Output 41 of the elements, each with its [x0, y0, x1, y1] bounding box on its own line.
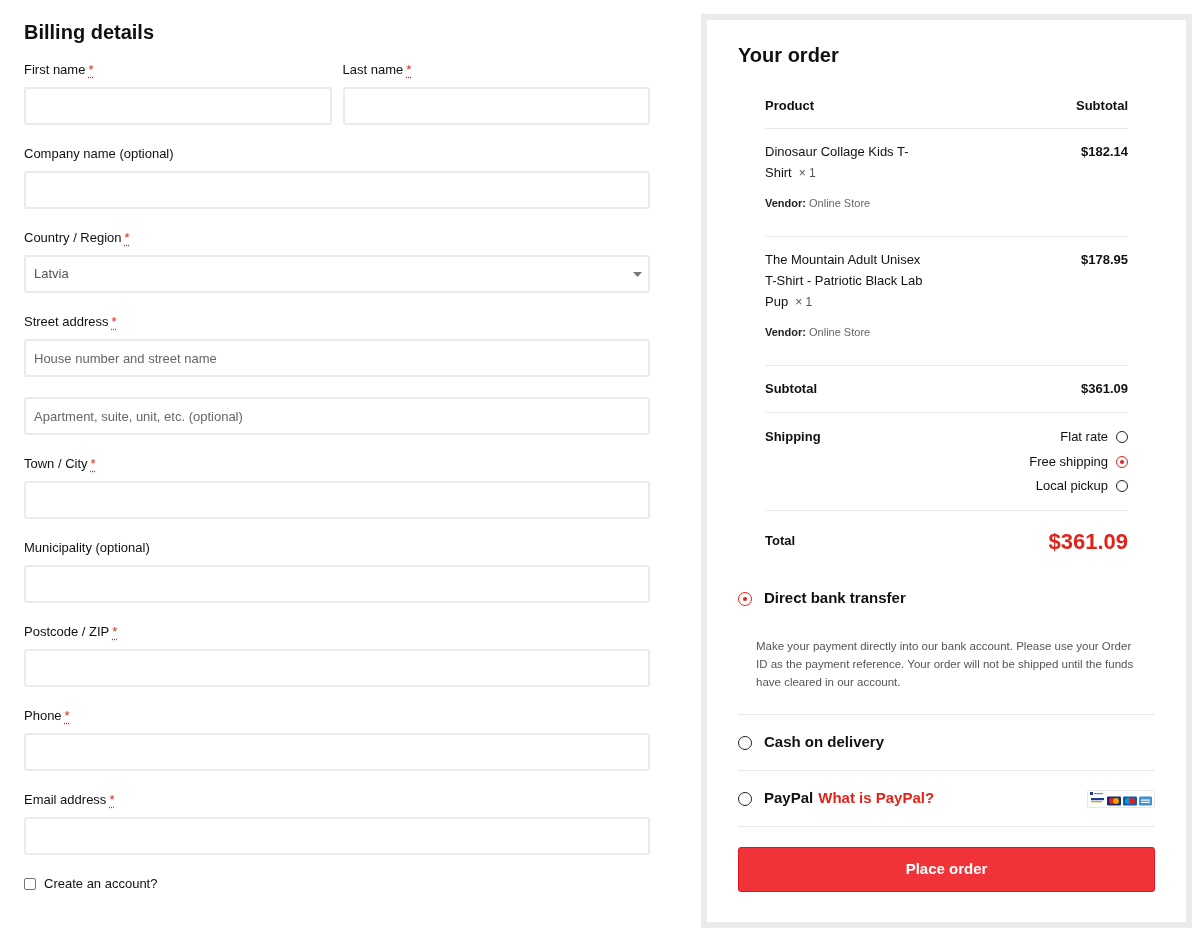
checkbox-label[interactable]: Create an account?: [44, 875, 158, 893]
input-field[interactable]: Apartment, suite, unit, etc. (optional): [24, 397, 650, 435]
total-amount: $361.09: [1048, 527, 1128, 556]
shipping-option-label[interactable]: Local pickup: [1035, 476, 1108, 496]
payment-method-label[interactable]: Direct bank transfer: [764, 587, 906, 610]
product-name: The Mountain Adult Unisex T-Shirt - Patriotic Black Lab Pup × 1: [765, 251, 924, 311]
column-header: Product: [765, 96, 815, 115]
place-order-button[interactable]: Place order: [738, 847, 1155, 892]
field-label: Street address *: [24, 313, 117, 331]
caret-icon: [633, 271, 642, 277]
payment-method-label[interactable]: PayPal: [764, 787, 814, 810]
payment-method-label[interactable]: Cash on delivery: [764, 731, 885, 754]
field-label: Country / Region *: [24, 229, 130, 247]
field-label: Postcode / ZIP *: [24, 623, 118, 641]
country-select[interactable]: Latvia: [24, 255, 650, 293]
billing-title: Billing details: [24, 20, 155, 45]
payment-cards-icon: [1087, 789, 1155, 808]
product-name: Dinosaur Collage Kids T-Shirt × 1: [765, 143, 910, 182]
product-vendor: Vendor: Online Store: [765, 196, 871, 211]
shipping-option-label[interactable]: Free shipping: [1029, 451, 1108, 472]
field-label: Last name *: [342, 61, 412, 79]
field-label: Town / City *: [24, 455, 96, 473]
checkbox[interactable]: [24, 878, 36, 890]
field-label: Municipality (optional): [24, 539, 150, 557]
summary-label: Total: [765, 532, 796, 551]
payment-description: Make your payment directly into our bank account. Please use your Order ID as the payment reference. Your order will not be shipped until the funds have cleared in our account.: [756, 639, 1135, 690]
subtotal-amount: $361.09: [1081, 380, 1128, 399]
summary-label: Shipping: [765, 428, 821, 446]
order-title: Your order: [738, 43, 839, 68]
field-label: Email address *: [24, 791, 115, 809]
field-label: Phone *: [24, 707, 70, 725]
column-header: Subtotal: [1076, 96, 1128, 115]
product-price: $178.95: [1081, 251, 1128, 269]
field-label: First name *: [24, 61, 94, 79]
product-vendor: Vendor: Online Store: [765, 325, 871, 340]
paypal-info-link[interactable]: What is PayPal?: [818, 787, 935, 810]
input-field[interactable]: House number and street name: [24, 339, 650, 377]
shipping-option-label[interactable]: Flat rate: [1060, 427, 1108, 447]
summary-label: Subtotal: [765, 380, 817, 399]
field-label: Company name (optional): [24, 145, 174, 163]
product-price: $182.14: [1081, 143, 1128, 161]
